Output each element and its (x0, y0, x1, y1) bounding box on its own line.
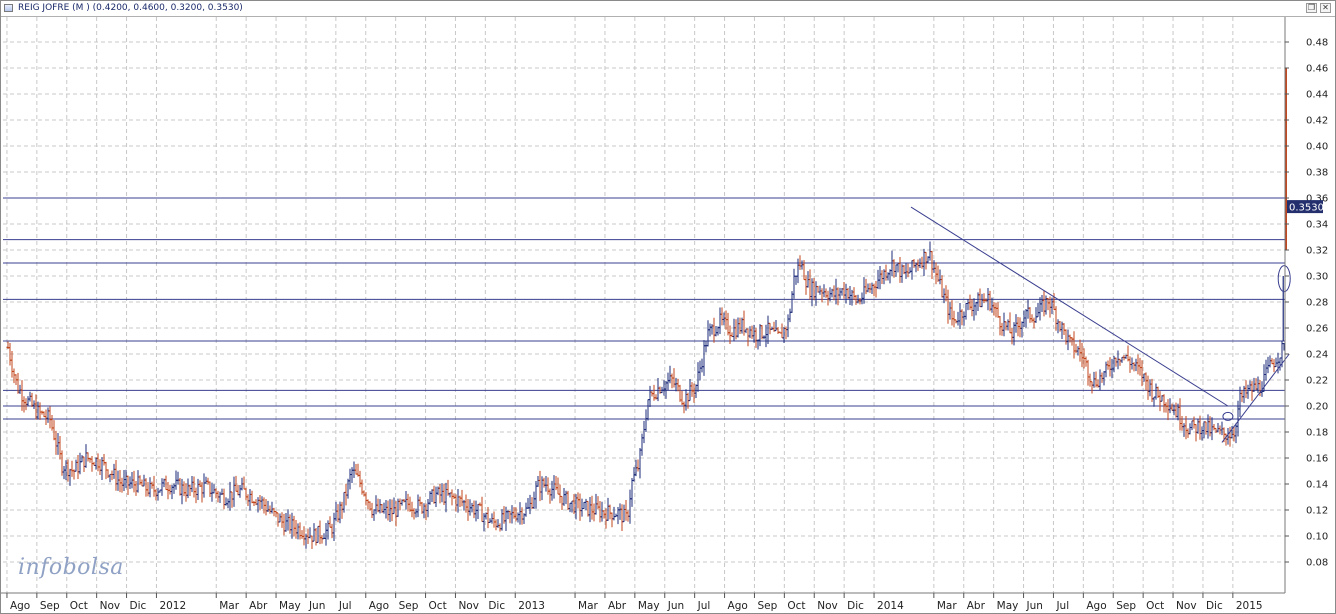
time-tick-label: Oct (70, 600, 88, 612)
time-tick-label: Mar (937, 600, 957, 612)
time-tick-label: Dic (1206, 600, 1223, 612)
time-tick-label: Ago (728, 600, 748, 612)
chart-window-icon (4, 4, 13, 12)
price-tick-label: 0.24 (1306, 350, 1328, 361)
price-tick-label: 0.22 (1306, 376, 1328, 387)
chart-background (1, 17, 1335, 613)
price-tick-label: 0.46 (1306, 64, 1328, 75)
time-tick-label: Ago (10, 600, 30, 612)
price-tick-label: 0.42 (1306, 116, 1328, 127)
price-tick-label: 0.20 (1306, 402, 1328, 413)
price-tick-label: 0.40 (1306, 142, 1328, 153)
time-tick-label: Nov (817, 600, 838, 612)
last-price-label: 0.3530 (1289, 203, 1324, 214)
time-tick-label: 2014 (877, 600, 904, 612)
close-icon[interactable]: ✕ (1320, 3, 1331, 13)
time-tick-label: Dic (130, 600, 147, 612)
time-tick-label: Abr (249, 600, 268, 612)
price-tick-label: 0.30 (1306, 272, 1328, 283)
time-tick-label: 2012 (159, 600, 186, 612)
time-tick-label: Oct (787, 600, 805, 612)
time-tick-label: Dic (847, 600, 864, 612)
time-tick-label: Jun (308, 600, 325, 612)
time-tick-label: May (638, 600, 660, 612)
infobolsa-logo: infobolsa (18, 555, 124, 580)
time-tick-label: Abr (608, 600, 627, 612)
price-tick-label: 0.08 (1306, 558, 1328, 569)
time-tick-label: Sep (40, 600, 60, 612)
time-tick-label: Mar (578, 600, 598, 612)
time-tick-label: May (997, 600, 1019, 612)
time-tick-label: 2013 (518, 600, 545, 612)
time-tick-label: Mar (219, 600, 239, 612)
price-tick-label: 0.14 (1306, 480, 1328, 491)
price-tick-label: 0.32 (1306, 246, 1328, 257)
price-chart[interactable]: 0.08 0.10 0.12 0.14 0.16 0.18 0.20 0.22 0.24 0.26… (1, 17, 1335, 613)
time-tick-label: Dic (488, 600, 505, 612)
price-tick-label: 0.10 (1306, 532, 1328, 543)
price-tick-label: 0.28 (1306, 298, 1328, 309)
price-tick-label: 0.12 (1306, 506, 1328, 517)
price-tick-label: 0.44 (1306, 90, 1328, 101)
price-tick-label: 0.16 (1306, 454, 1328, 465)
time-tick-label: Sep (1116, 600, 1136, 612)
price-tick-label: 0.18 (1306, 428, 1328, 439)
time-tick-label: Ago (1086, 600, 1106, 612)
time-tick-label: Sep (757, 600, 777, 612)
price-tick-label: 0.38 (1306, 168, 1328, 179)
time-tick-label: Nov (1176, 600, 1197, 612)
chart-window: REIG JOFRE (M ) (0.4200, 0.4600, 0.3200,… (0, 0, 1336, 614)
time-tick-label: Jun (667, 600, 684, 612)
time-tick-label: Nov (458, 600, 479, 612)
time-tick-label: 2015 (1236, 600, 1263, 612)
window-title: REIG JOFRE (M ) (0.4200, 0.4600, 0.3200,… (18, 3, 243, 13)
time-tick-label: Nov (100, 600, 121, 612)
price-tick-label: 0.26 (1306, 324, 1328, 335)
time-tick-label: Jun (1026, 600, 1043, 612)
price-tick-label: 0.34 (1306, 220, 1328, 231)
restore-icon[interactable]: ❐ (1306, 3, 1317, 13)
price-tick-label: 0.48 (1306, 38, 1328, 49)
time-tick-label: Abr (967, 600, 986, 612)
time-tick-label: Oct (1146, 600, 1164, 612)
time-tick-label: Ago (369, 600, 389, 612)
time-tick-label: Oct (429, 600, 447, 612)
time-tick-label: Jul (697, 600, 711, 612)
time-tick-label: Jul (338, 600, 352, 612)
time-tick-label: Jul (1055, 600, 1069, 612)
time-tick-label: May (279, 600, 301, 612)
title-bar[interactable]: REIG JOFRE (M ) (0.4200, 0.4600, 0.3200,… (1, 1, 1335, 17)
time-tick-label: Sep (399, 600, 419, 612)
